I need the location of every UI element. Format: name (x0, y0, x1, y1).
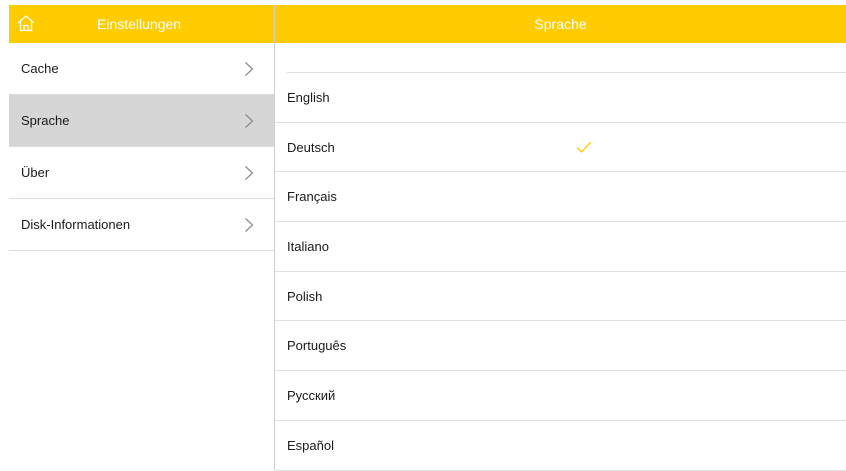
language-label: Polish (287, 288, 323, 304)
list-header-divider (287, 43, 846, 73)
language-label: Deutsch (287, 139, 335, 155)
language-option-portugues[interactable]: Português (275, 321, 846, 372)
language-label: Русский (287, 387, 336, 403)
sidebar-item-label: Über (21, 165, 50, 180)
checkmark-icon (576, 141, 592, 153)
language-option-russian[interactable]: Русский (275, 371, 846, 421)
home-button[interactable] (11, 5, 41, 43)
sidebar-item-label: Sprache (21, 113, 70, 128)
sidebar-item-cache[interactable]: Cache (9, 43, 274, 95)
language-option-francais[interactable]: Français (275, 172, 846, 223)
language-label: Español (287, 437, 334, 453)
language-option-polish[interactable]: Polish (275, 272, 846, 322)
chevron-right-icon (244, 61, 254, 77)
language-option-italiano[interactable]: Italiano (275, 222, 846, 272)
sidebar-navbar: Einstellungen (9, 5, 274, 43)
language-panel: Sprache English Deutsch Français Italian… (274, 5, 846, 471)
chevron-right-icon (244, 165, 254, 181)
home-icon (16, 14, 36, 35)
settings-window: Einstellungen Cache Sprache Über Disk-In… (9, 5, 846, 471)
sidebar-item-disk-informationen[interactable]: Disk-Informationen (9, 199, 274, 251)
language-option-deutsch[interactable]: Deutsch (275, 123, 846, 173)
language-label: English (287, 89, 330, 105)
chevron-right-icon (244, 113, 254, 129)
settings-menu: Cache Sprache Über Disk-Informationen (9, 43, 274, 251)
settings-sidebar: Einstellungen Cache Sprache Über Disk-In… (9, 5, 274, 470)
sidebar-item-sprache[interactable]: Sprache (9, 95, 274, 147)
sidebar-item-label: Cache (21, 61, 59, 76)
sidebar-item-uber[interactable]: Über (9, 147, 274, 199)
sidebar-title: Einstellungen (97, 16, 182, 32)
language-option-espanol[interactable]: Español (275, 421, 846, 471)
language-option-english[interactable]: English (275, 73, 846, 123)
chevron-right-icon (244, 217, 254, 233)
sidebar-item-label: Disk-Informationen (21, 217, 131, 232)
content-navbar: Sprache (275, 5, 846, 43)
language-label: Français (287, 189, 337, 205)
language-list: English Deutsch Français Italiano Polish… (275, 73, 846, 471)
language-label: Italiano (287, 238, 329, 254)
language-label: Português (287, 338, 347, 354)
page-title: Sprache (534, 16, 587, 32)
